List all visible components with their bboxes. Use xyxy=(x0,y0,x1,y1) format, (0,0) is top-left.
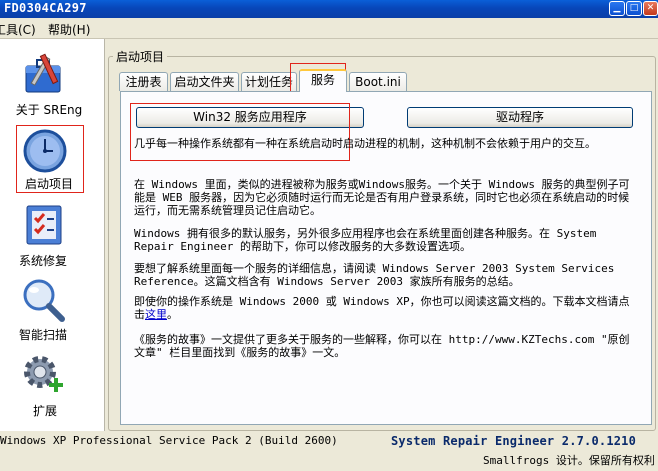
menu-help[interactable]: 帮助(H) xyxy=(48,21,90,38)
magnifier-icon xyxy=(23,279,65,322)
paragraph-default-services: Windows 拥有很多的默认服务，另外很多应用程序也会在系统里面创建各种服务。… xyxy=(134,227,597,253)
tab-scheduled-tasks[interactable]: 计划任务 xyxy=(241,72,297,91)
tab-services[interactable]: 服务 xyxy=(299,69,347,92)
maximize-icon: □ xyxy=(629,3,639,13)
paragraph-story: 《服务的故事》一文提供了更多关于服务的一些解释，你可以在 http://www.… xyxy=(134,333,630,359)
copyright-text: Smallfrogs 设计。保留所有权利 xyxy=(483,454,655,467)
sidebar-item-label: 启动项目 xyxy=(24,177,73,191)
os-version: Windows XP Professional Service Pack 2 (… xyxy=(0,434,338,447)
sidebar-item-repair[interactable]: 系统修复 xyxy=(6,204,96,270)
toolbox-icon xyxy=(25,53,61,93)
download-text: 即使你的操作系统是 Windows 2000 或 Windows XP，你也可以… xyxy=(134,295,630,321)
drivers-button[interactable]: 驱动程序 xyxy=(407,107,633,128)
close-icon: ✕ xyxy=(646,3,655,13)
product-version: System Repair Engineer 2.7.0.1210 xyxy=(391,434,637,448)
sidebar-item-about[interactable]: 关于 SREng xyxy=(6,50,96,120)
menu-bar: 工具(C) 帮助(H) xyxy=(0,18,658,39)
clock-icon xyxy=(23,129,67,173)
sidebar-item-label: 关于 SREng xyxy=(15,103,83,117)
close-button[interactable]: ✕ xyxy=(643,1,658,16)
title-bar: FD0304CA297 ▁ □ ✕ xyxy=(0,0,658,18)
sidebar-item-label: 扩展 xyxy=(32,404,57,418)
paragraph-reference: 要想了解系统里面每一个服务的详细信息，请阅读 Windows Server 20… xyxy=(134,262,615,288)
sidebar-item-startup[interactable]: 启动项目 xyxy=(6,126,96,192)
window-title: FD0304CA297 xyxy=(4,1,87,15)
sidebar-item-scan[interactable]: 智能扫描 xyxy=(6,277,96,343)
sidebar-item-label: 智能扫描 xyxy=(18,328,67,342)
maximize-button[interactable]: □ xyxy=(626,1,642,16)
download-link[interactable]: 这里 xyxy=(145,308,167,321)
tab-boot-ini[interactable]: Boot.ini xyxy=(349,72,407,91)
group-title: 启动项目 xyxy=(113,48,168,65)
paragraph-intro: 几乎每一种操作系统都有一种在系统启动时启动进程的机制，这种机制不会依赖于用户的交… xyxy=(134,137,596,150)
win32-services-button[interactable]: Win32 服务应用程序 xyxy=(136,107,364,128)
gear-plus-icon xyxy=(24,356,63,392)
menu-tools[interactable]: 工具(C) xyxy=(0,21,36,38)
tab-startup-folder[interactable]: 启动文件夹 xyxy=(170,72,239,91)
download-end: 。 xyxy=(167,308,178,321)
tab-registry[interactable]: 注册表 xyxy=(119,72,168,91)
sidebar-item-extend[interactable]: 扩展 xyxy=(6,352,96,418)
minimize-icon: ▁ xyxy=(613,3,621,13)
sidebar-item-label: 系统修复 xyxy=(18,254,67,268)
checklist-icon xyxy=(26,205,62,245)
paragraph-download: 即使你的操作系统是 Windows 2000 或 Windows XP，你也可以… xyxy=(134,295,634,321)
minimize-button[interactable]: ▁ xyxy=(609,1,625,16)
paragraph-windows-services: 在 Windows 里面，类似的进程被称为服务或Windows服务。一个关于 W… xyxy=(134,178,630,217)
